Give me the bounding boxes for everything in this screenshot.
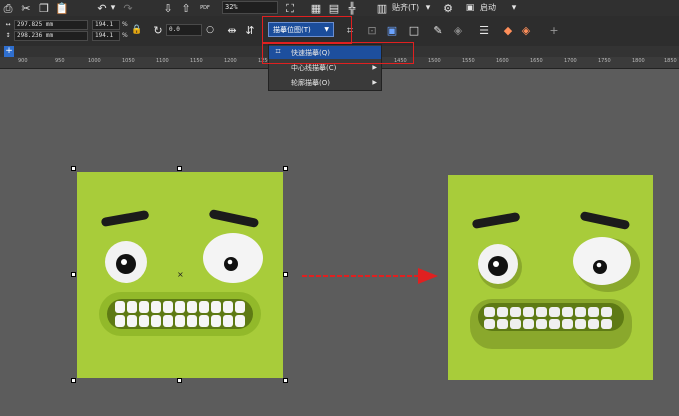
result-arrow (302, 268, 438, 284)
launch-dropdown-icon[interactable]: ▾ (510, 2, 518, 14)
snap-dropdown-icon[interactable]: ▾ (424, 2, 432, 14)
selection-handle-right[interactable] (283, 272, 288, 277)
selection-handle-bottom-left[interactable] (71, 378, 76, 383)
ruler-tick: 1600 (496, 58, 509, 64)
menu-item-label: 中心线描摹(C) (291, 63, 337, 72)
object-width-field[interactable]: 297.825 mm (14, 20, 88, 30)
menu-item-outline-trace[interactable]: 轮廓描摹(O) ▶ (269, 76, 381, 89)
zoom-value: 32% (225, 3, 238, 11)
selection-handle-bottom[interactable] (177, 378, 182, 383)
original-bitmap[interactable]: × (77, 172, 283, 378)
new-document-tab-icon[interactable]: + (4, 46, 14, 57)
scale-x-percent: % (122, 21, 128, 28)
rulers-icon[interactable]: ▤ (328, 2, 340, 14)
rotate-icon: ↻ (153, 23, 163, 37)
scale-x-value: 194.1 (95, 21, 114, 28)
selection-handle-top-left[interactable] (71, 166, 76, 171)
lock-ratio-icon[interactable]: 🔒 (131, 25, 142, 35)
submenu-arrow-icon: ▶ (372, 64, 377, 71)
snap-to-dropdown[interactable]: 贴齐(T) (392, 2, 419, 13)
text-wrap-icon[interactable]: ☰ (478, 24, 490, 36)
print-icon[interactable]: ⎙ (2, 2, 14, 14)
annotation-box-button (262, 16, 352, 44)
scale-y-field[interactable]: 194.1 (92, 31, 120, 41)
selection-handle-top[interactable] (177, 166, 182, 171)
zoom-field[interactable]: 32% (222, 1, 278, 14)
ruler-tick: 1550 (462, 58, 475, 64)
full-screen-icon[interactable]: ⛶ (284, 2, 296, 14)
svg-text:×: × (177, 270, 184, 279)
layer-back-icon[interactable]: ◈ (520, 24, 532, 36)
menu-item-label: 轮廓描摹(O) (291, 78, 330, 87)
grid-icon[interactable]: ▦ (310, 2, 322, 14)
monster-face-illustration: × (77, 172, 283, 378)
rotation-value: 0.0 (169, 26, 180, 33)
traced-result (448, 175, 653, 380)
ruler-tick: 1100 (156, 58, 169, 64)
standard-toolbar: ⎙ ✂ ❐ 📋 ↶ ▾ ↷ ⇩ ⇧ PDF 32% ⛶ ▦ ▤ ╬ ▥ 贴齐(T… (0, 0, 679, 17)
scale-y-value: 194.1 (95, 32, 114, 39)
layer-front-icon[interactable]: ◆ (502, 24, 514, 36)
ruler-tick: 1700 (564, 58, 577, 64)
launch-icon[interactable]: ▣ (464, 2, 476, 14)
add-icon[interactable]: + (548, 24, 560, 36)
copy-icon[interactable]: ❐ (38, 2, 50, 14)
mirror-horizontal-icon[interactable]: ⇹ (226, 24, 238, 36)
selection-handle-top-right[interactable] (283, 166, 288, 171)
object-width-value: 297.825 mm (17, 21, 54, 28)
guidelines-icon[interactable]: ╬ (346, 2, 358, 14)
bitmap-frame-icon[interactable]: □ (408, 24, 420, 36)
height-icon: ↕ (5, 32, 11, 39)
ruler-tick: 1750 (598, 58, 611, 64)
ruler-tick: 1050 (122, 58, 135, 64)
rotation-field[interactable]: 0.0 (166, 24, 202, 36)
paste-icon[interactable]: 📋 (55, 2, 69, 14)
ruler-tick: 1650 (530, 58, 543, 64)
submenu-arrow-icon: ▶ (372, 79, 377, 86)
pdf-icon[interactable]: PDF (198, 2, 212, 14)
snap-icon[interactable]: ▥ (376, 2, 388, 14)
bitmap-color-mask-icon[interactable]: ✎ (432, 24, 444, 36)
undo-icon[interactable]: ↶ (96, 2, 108, 14)
object-height-field[interactable]: 298.236 mm (14, 31, 88, 41)
resample-icon[interactable]: ▣ (386, 24, 398, 36)
ruler-tick: 1000 (88, 58, 101, 64)
eraser-icon[interactable]: ◈ (452, 24, 464, 36)
selection-handle-left[interactable] (71, 272, 76, 277)
width-icon: ↔ (5, 20, 11, 28)
crop-bitmap-icon[interactable]: ⊡ (366, 24, 378, 36)
redo-icon[interactable]: ↷ (122, 2, 134, 14)
ruler-tick: 1850 (664, 58, 677, 64)
cut-icon[interactable]: ✂ (20, 2, 32, 14)
annotation-box-menu (262, 42, 414, 64)
ruler-tick: 1150 (190, 58, 203, 64)
scale-x-field[interactable]: 194.1 (92, 20, 120, 30)
launch-label[interactable]: 启动 (480, 2, 496, 13)
rotation-unit-icon: ○ (206, 24, 214, 35)
ruler-tick: 900 (18, 58, 28, 64)
object-height-value: 298.236 mm (17, 32, 54, 39)
mirror-vertical-icon[interactable]: ⇵ (244, 24, 256, 36)
ruler-tick: 1200 (224, 58, 237, 64)
export-icon[interactable]: ⇧ (180, 2, 192, 14)
ruler-tick: 1800 (632, 58, 645, 64)
options-gear-icon[interactable]: ⚙ (442, 2, 454, 14)
traced-monster-illustration (448, 175, 653, 380)
ruler-tick: 950 (55, 58, 65, 64)
scale-y-percent: % (122, 32, 128, 39)
ruler-tick: 1500 (428, 58, 441, 64)
undo-dropdown-icon[interactable]: ▾ (110, 2, 116, 14)
import-icon[interactable]: ⇩ (162, 2, 174, 14)
selection-handle-bottom-right[interactable] (283, 378, 288, 383)
